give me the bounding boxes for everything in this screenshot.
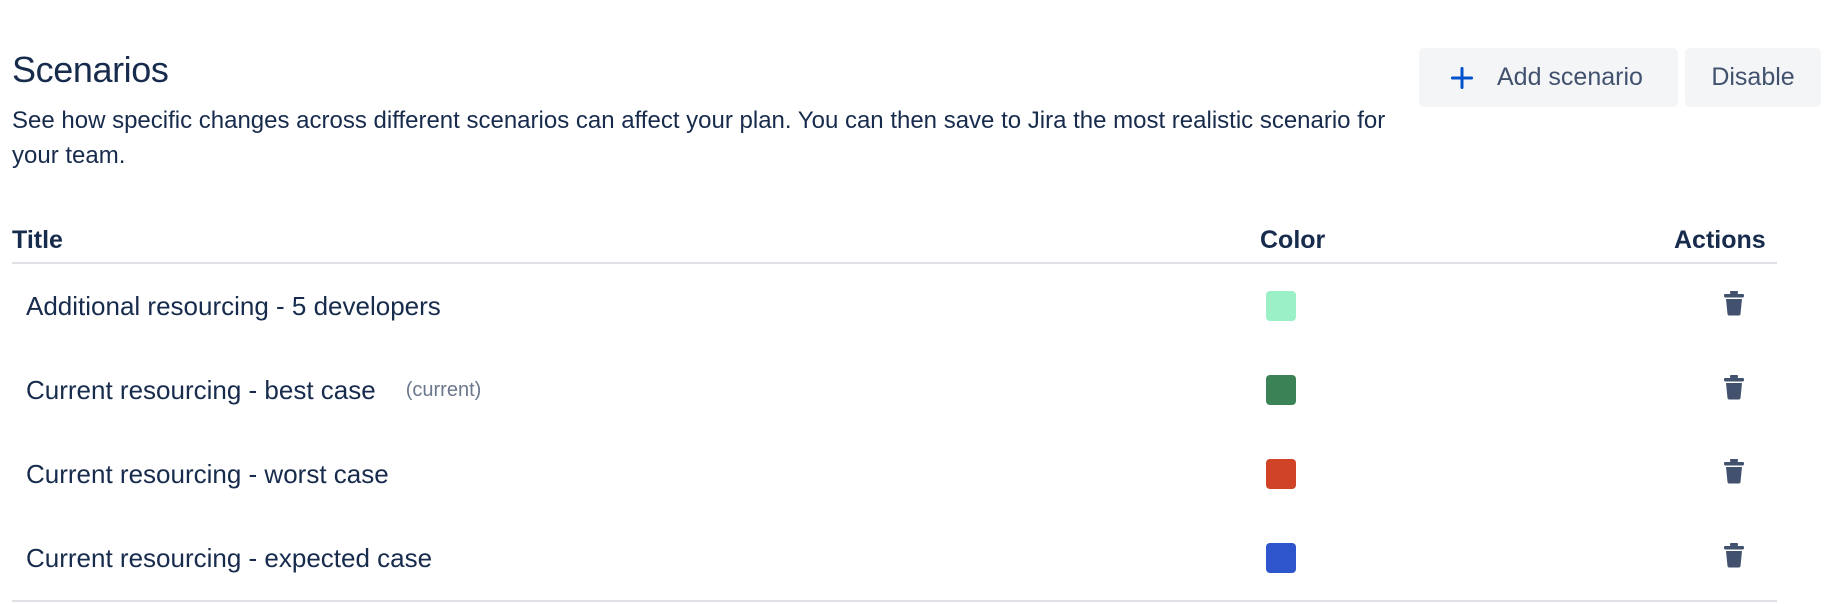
table-row: Current resourcing - best case (current) <box>12 348 1777 432</box>
color-swatch[interactable] <box>1266 291 1296 321</box>
trash-icon[interactable] <box>1720 541 1748 569</box>
page-description: See how specific changes across differen… <box>12 107 1386 169</box>
color-swatch[interactable] <box>1266 459 1296 489</box>
scenario-title: Additional resourcing - 5 developers <box>26 264 441 348</box>
scenario-title-text: Current resourcing - best case <box>26 374 376 405</box>
table-row: Additional resourcing - 5 developers <box>12 264 1777 348</box>
trash-icon[interactable] <box>1720 373 1748 401</box>
disable-label: Disable <box>1711 63 1795 91</box>
scenario-title-text: Additional resourcing - 5 developers <box>26 290 441 321</box>
add-scenario-label: Add scenario <box>1497 63 1643 91</box>
page-title: Scenarios <box>12 49 169 90</box>
table-bottom-divider <box>12 600 1777 602</box>
scenario-title: Current resourcing - expected case <box>26 516 432 600</box>
scenario-title: Current resourcing - best case (current) <box>26 348 481 432</box>
add-scenario-button[interactable]: Add scenario <box>1419 48 1678 107</box>
scenario-title-text: Current resourcing - expected case <box>26 542 433 573</box>
table-row: Current resourcing - worst case <box>12 432 1777 516</box>
trash-icon[interactable] <box>1720 289 1748 317</box>
trash-icon[interactable] <box>1720 457 1748 485</box>
scenario-title: Current resourcing - worst case <box>26 432 389 516</box>
scenario-title-text: Current resourcing - worst case <box>26 458 389 489</box>
color-swatch[interactable] <box>1266 543 1296 573</box>
column-header-color: Color <box>1260 226 1326 254</box>
color-swatch[interactable] <box>1266 375 1296 405</box>
current-scenario-tag: (current) <box>405 378 482 401</box>
plus-icon <box>1451 66 1473 89</box>
scenarios-page: Scenarios See how specific changes acros… <box>12 0 1821 604</box>
disable-button[interactable]: Disable <box>1685 48 1821 107</box>
column-header-title: Title <box>12 226 63 254</box>
column-header-actions: Actions <box>1674 226 1766 254</box>
table-row: Current resourcing - expected case <box>12 516 1777 600</box>
